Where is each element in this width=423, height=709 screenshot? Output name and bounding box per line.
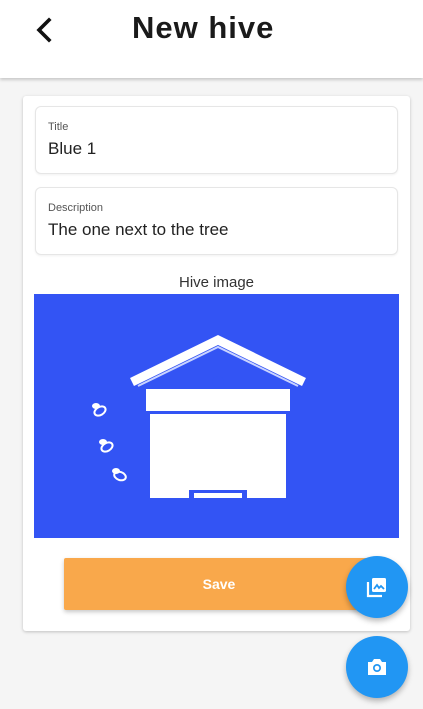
- save-button[interactable]: Save: [64, 558, 374, 610]
- title-field[interactable]: Title Blue 1: [35, 106, 398, 174]
- bee-icon: [112, 468, 127, 482]
- gallery-button[interactable]: [346, 556, 408, 618]
- description-field-value[interactable]: The one next to the tree: [48, 220, 229, 240]
- title-field-label: Title: [48, 121, 69, 133]
- back-button[interactable]: [28, 14, 60, 46]
- gallery-icon: [366, 578, 386, 598]
- bee-icon: [99, 439, 114, 453]
- description-field[interactable]: Description The one next to the tree: [35, 187, 398, 255]
- hive-image: [34, 294, 399, 538]
- camera-icon: [368, 659, 386, 675]
- description-field-label: Description: [48, 202, 104, 214]
- page-title: New hive: [132, 10, 275, 45]
- hive-image-label: Hive image: [178, 274, 255, 291]
- camera-button[interactable]: [346, 636, 408, 698]
- hive-form-card: Title Blue 1 Description The one next to…: [23, 96, 410, 631]
- beehive-illustration: [92, 334, 306, 498]
- back-arrow-icon: [36, 17, 52, 43]
- app-bar: New hive: [0, 0, 423, 78]
- bee-icon: [92, 403, 107, 417]
- title-field-value[interactable]: Blue 1: [48, 139, 96, 159]
